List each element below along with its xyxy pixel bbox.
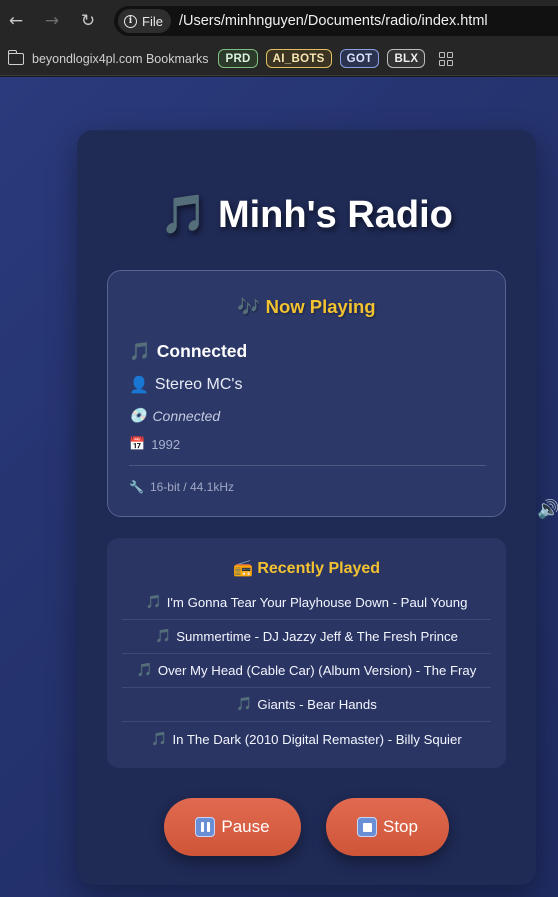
- recently-played-heading: 📻 Recently Played: [232, 560, 381, 577]
- bookmark-folder-label: beyondlogix4pl.com Bookmarks: [32, 51, 209, 66]
- now-playing-panel: 🎶 Now Playing 🎵 Connected 👤 Stereo MC's …: [107, 270, 506, 517]
- apps-grid-icon[interactable]: [439, 51, 454, 66]
- page-background: 🎵 Minh's Radio 🎶 Now Playing 🎵 Connected…: [0, 77, 558, 897]
- person-icon: 👤: [129, 375, 149, 394]
- recent-track: I'm Gonna Tear Your Playhouse Down - Pau…: [166, 595, 468, 610]
- music-note-icon: 🎵: [236, 697, 253, 712]
- url-text[interactable]: /Users/minhnguyen/Documents/radio/index.…: [179, 13, 488, 29]
- now-playing-artist: 👤 Stereo MC's: [129, 375, 242, 394]
- speaker-icon[interactable]: 🔊: [537, 499, 558, 523]
- pause-button-label: Pause: [221, 817, 270, 836]
- recent-track: Giants - Bear Hands: [257, 697, 377, 712]
- forward-arrow-icon[interactable]: →: [34, 0, 70, 42]
- artist-name: Stereo MC's: [154, 375, 243, 393]
- address-bar[interactable]: i File /Users/minhnguyen/Documents/radio…: [114, 6, 558, 36]
- list-item: 🎵 In The Dark (2010 Digital Remaster) - …: [122, 722, 491, 756]
- bookmark-prd[interactable]: PRD: [218, 49, 258, 68]
- folder-icon: [8, 49, 24, 65]
- radio-card: 🎵 Minh's Radio 🎶 Now Playing 🎵 Connected…: [77, 130, 536, 885]
- now-playing-quality: 🔧 16-bit / 44.1kHz: [129, 480, 234, 494]
- divider: [129, 465, 486, 466]
- now-playing-heading: 🎶 Now Playing: [237, 296, 376, 317]
- bookmark-folder[interactable]: beyondlogix4pl.com Bookmarks: [8, 49, 209, 66]
- bookmark-ai-bots[interactable]: AI_BOTS: [265, 49, 332, 68]
- audio-quality: 16-bit / 44.1kHz: [149, 480, 234, 494]
- release-year: 1992: [151, 437, 181, 452]
- site-chip-label: File: [142, 13, 163, 29]
- list-item: 🎵 Giants - Bear Hands: [122, 688, 491, 722]
- now-playing-year: 📅 1992: [129, 437, 180, 452]
- list-item: 🎵 I'm Gonna Tear Your Playhouse Down - P…: [122, 586, 491, 620]
- bookmark-blx[interactable]: BLX: [387, 49, 426, 68]
- list-item: 🎵 Over My Head (Cable Car) (Album Versio…: [122, 654, 491, 688]
- back-arrow-icon[interactable]: ←: [0, 0, 34, 42]
- recent-track: Summertime - DJ Jazzy Jeff & The Fresh P…: [176, 629, 458, 644]
- album-name: Connected: [152, 408, 221, 424]
- stop-icon: [357, 817, 377, 837]
- list-item: 🎵 Summertime - DJ Jazzy Jeff & The Fresh…: [122, 620, 491, 654]
- music-note-icon: 🎵: [151, 731, 168, 747]
- pause-button[interactable]: Pause: [164, 798, 301, 856]
- now-playing-album: 💿 Connected: [129, 408, 220, 424]
- site-info-chip[interactable]: i File: [118, 9, 171, 33]
- music-note-icon: 🎵: [136, 663, 153, 678]
- music-note-icon: 🎵: [145, 595, 162, 610]
- recently-played-panel: 📻 Recently Played 🎵 I'm Gonna Tear Your …: [107, 538, 506, 768]
- music-note-icon: 🎵: [129, 341, 151, 362]
- track-title: Connected: [156, 341, 248, 361]
- recent-track: Over My Head (Cable Car) (Album Version)…: [157, 663, 477, 678]
- calendar-icon: 📅: [129, 437, 146, 452]
- wrench-icon: 🔧: [129, 480, 144, 494]
- bookmarks-bar: beyondlogix4pl.com Bookmarks PRD AI_BOTS…: [0, 42, 558, 76]
- recent-track: In The Dark (2010 Digital Remaster) - Bi…: [172, 731, 462, 747]
- stop-button-label: Stop: [383, 817, 418, 836]
- disc-icon: 💿: [129, 408, 147, 424]
- browser-toolbar: ← → ↻ i File /Users/minhnguyen/Documents…: [0, 0, 558, 42]
- music-note-icon: 🎵: [155, 629, 172, 644]
- bookmark-got[interactable]: GOT: [339, 49, 380, 68]
- reload-icon[interactable]: ↻: [70, 0, 106, 42]
- stop-button[interactable]: Stop: [326, 798, 449, 856]
- page-title: 🎵 Minh's Radio: [160, 194, 453, 236]
- recently-played-list: 🎵 I'm Gonna Tear Your Playhouse Down - P…: [122, 586, 491, 756]
- info-icon: i: [124, 14, 137, 28]
- pause-icon: [195, 817, 216, 837]
- now-playing-track: 🎵 Connected: [129, 341, 247, 362]
